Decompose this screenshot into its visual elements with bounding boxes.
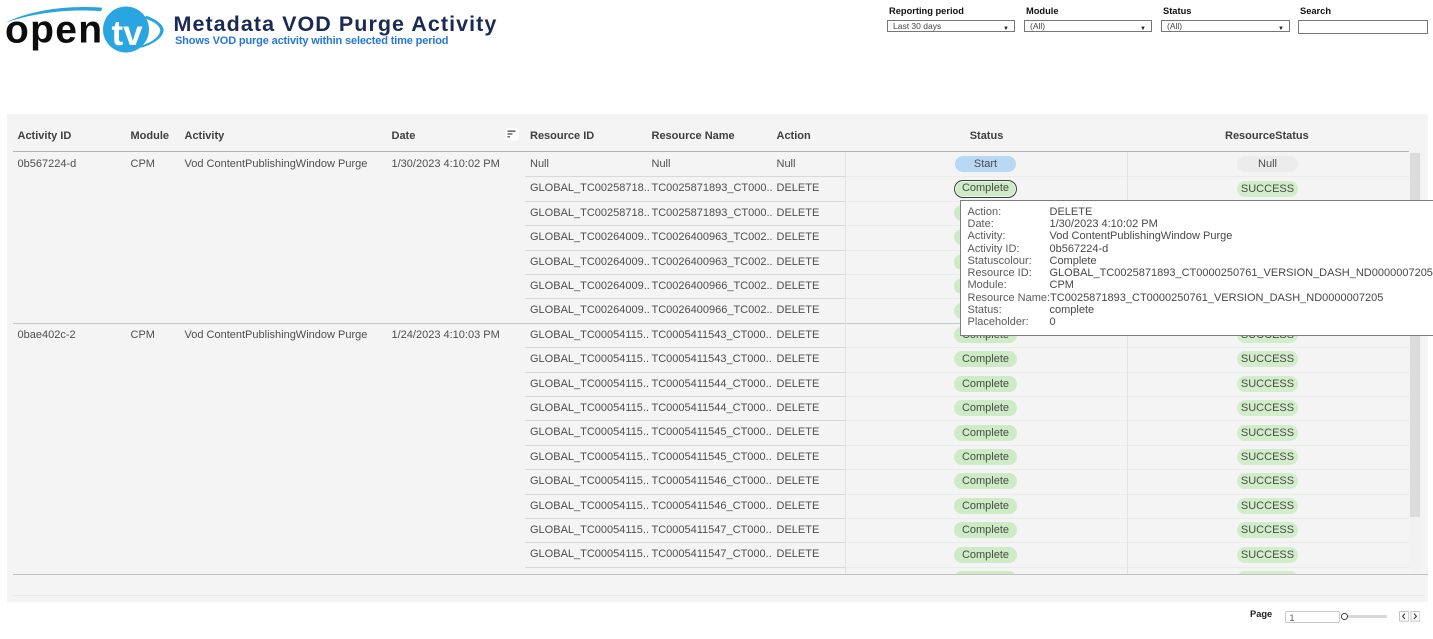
- svg-text:tv: tv: [112, 14, 144, 53]
- svg-text:open: open: [5, 9, 103, 52]
